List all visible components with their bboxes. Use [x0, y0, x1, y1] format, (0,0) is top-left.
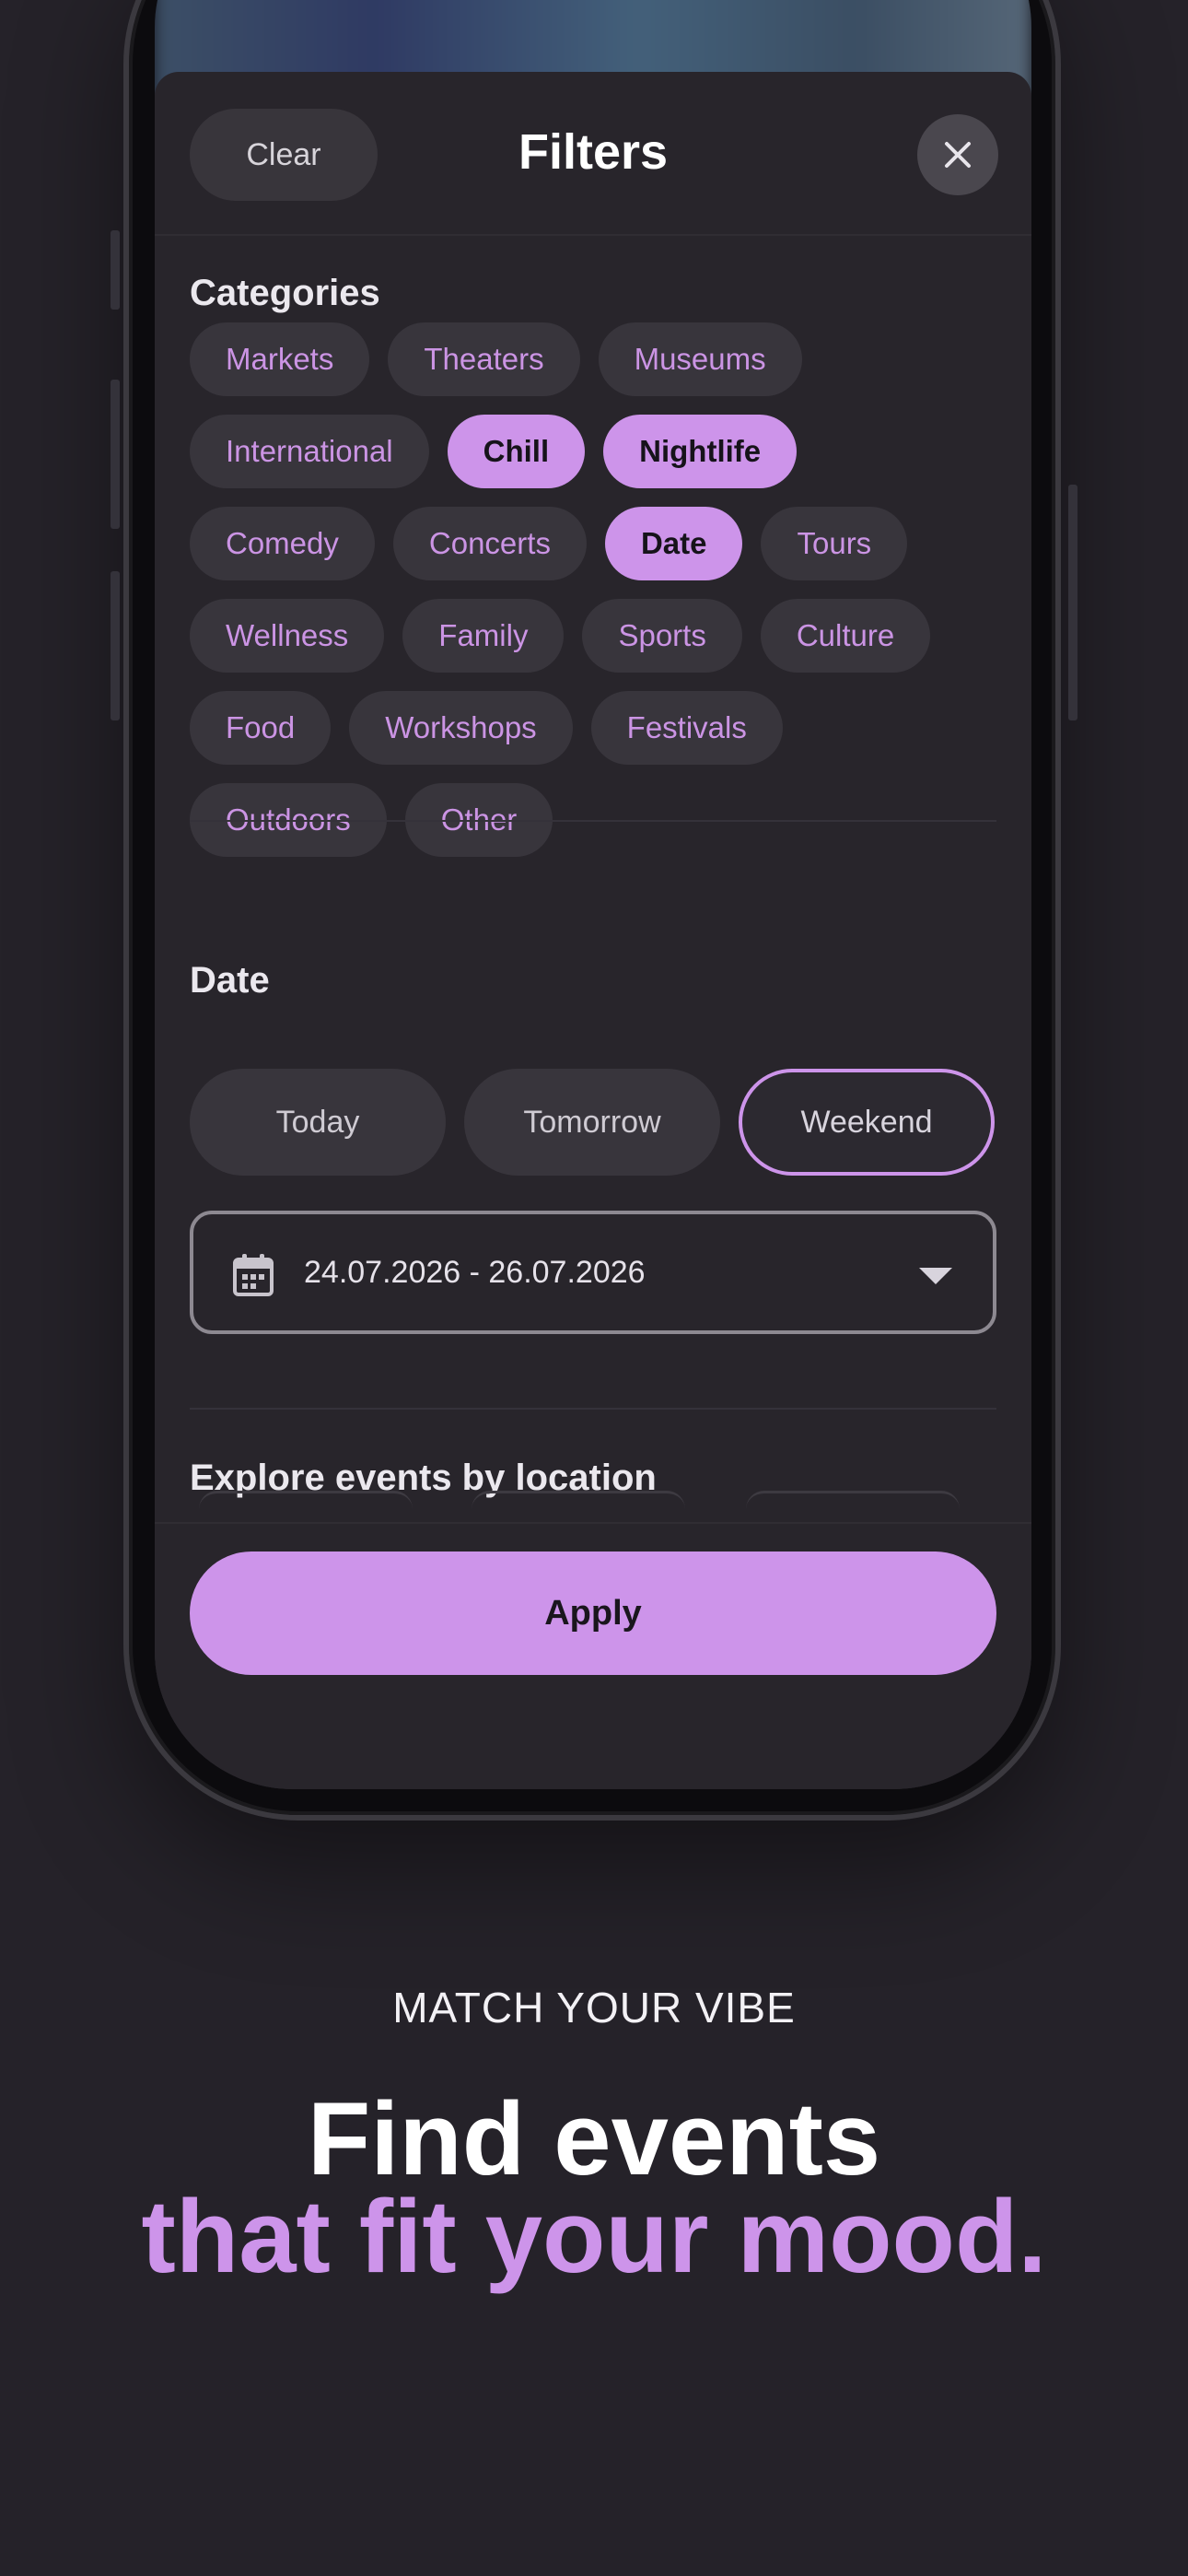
chip-row: Comedy Concerts Date Tours — [190, 507, 1000, 580]
category-chip-date[interactable]: Date — [604, 507, 743, 580]
chip-row: Markets Theaters Museums — [190, 322, 1000, 396]
category-chip-theaters[interactable]: Theaters — [388, 322, 580, 396]
phone-side-button — [111, 571, 120, 720]
close-icon — [945, 142, 971, 168]
phone-screen: Clear Filters Categories Markets Theaters… — [155, 0, 1031, 1789]
date-option-weekend[interactable]: Weekend — [739, 1069, 995, 1176]
categories-title: Categories — [190, 273, 380, 313]
chip-row: Food Workshops Festivals — [190, 691, 1000, 765]
headline-line-2: that fit your mood. — [141, 2179, 1047, 2294]
category-chip-festivals[interactable]: Festivals — [590, 691, 783, 765]
headline-line-1: Find events — [307, 2081, 881, 2196]
phone-side-button — [111, 380, 120, 529]
date-option-today[interactable]: Today — [190, 1069, 446, 1176]
calendar-icon — [233, 1254, 274, 1296]
phone-side-button — [111, 230, 120, 310]
apply-button[interactable]: Apply — [190, 1551, 996, 1675]
category-chip-comedy[interactable]: Comedy — [190, 507, 375, 580]
category-chip-markets[interactable]: Markets — [190, 322, 370, 396]
close-button[interactable] — [917, 114, 998, 195]
category-chip-tours[interactable]: Tours — [761, 507, 908, 580]
date-option-tomorrow[interactable]: Tomorrow — [464, 1069, 720, 1176]
chip-row: International Chill Nightlife — [190, 415, 1000, 488]
date-range-value: 24.07.2026 - 26.07.2026 — [304, 1254, 646, 1290]
sheet-header: Clear Filters — [155, 72, 1031, 236]
category-chip-workshops[interactable]: Workshops — [349, 691, 573, 765]
category-chip-concerts[interactable]: Concerts — [392, 507, 587, 580]
chip-row: Wellness Family Sports Culture — [190, 599, 1000, 673]
filters-sheet: Clear Filters Categories Markets Theaters… — [155, 72, 1031, 1789]
chevron-down-icon — [919, 1268, 952, 1284]
category-chip-sports[interactable]: Sports — [582, 599, 742, 673]
category-chip-family[interactable]: Family — [402, 599, 565, 673]
category-chip-food[interactable]: Food — [190, 691, 332, 765]
divider — [190, 1408, 996, 1410]
category-chip-nightlife[interactable]: Nightlife — [603, 415, 798, 488]
category-chip-wellness[interactable]: Wellness — [190, 599, 385, 673]
divider — [190, 820, 996, 822]
sheet-footer: Apply — [155, 1522, 1031, 1789]
category-chips: Markets Theaters Museums International Chill… — [190, 322, 1000, 875]
date-title: Date — [190, 960, 270, 1001]
page: Clear Filters Categories Markets Theaters… — [0, 0, 1188, 2576]
category-chip-culture[interactable]: Culture — [760, 599, 931, 673]
phone-side-button — [1068, 485, 1077, 720]
sheet-title: Filters — [518, 124, 669, 180]
category-chip-museums[interactable]: Museums — [598, 322, 802, 396]
category-chip-chill[interactable]: Chill — [447, 415, 586, 488]
category-chip-international[interactable]: International — [190, 415, 429, 488]
eyebrow-text: MATCH YOUR VIBE — [392, 1984, 796, 2032]
date-options: Today Tomorrow Weekend — [190, 1069, 995, 1176]
date-range-dropdown[interactable]: 24.07.2026 - 26.07.2026 — [190, 1211, 996, 1334]
